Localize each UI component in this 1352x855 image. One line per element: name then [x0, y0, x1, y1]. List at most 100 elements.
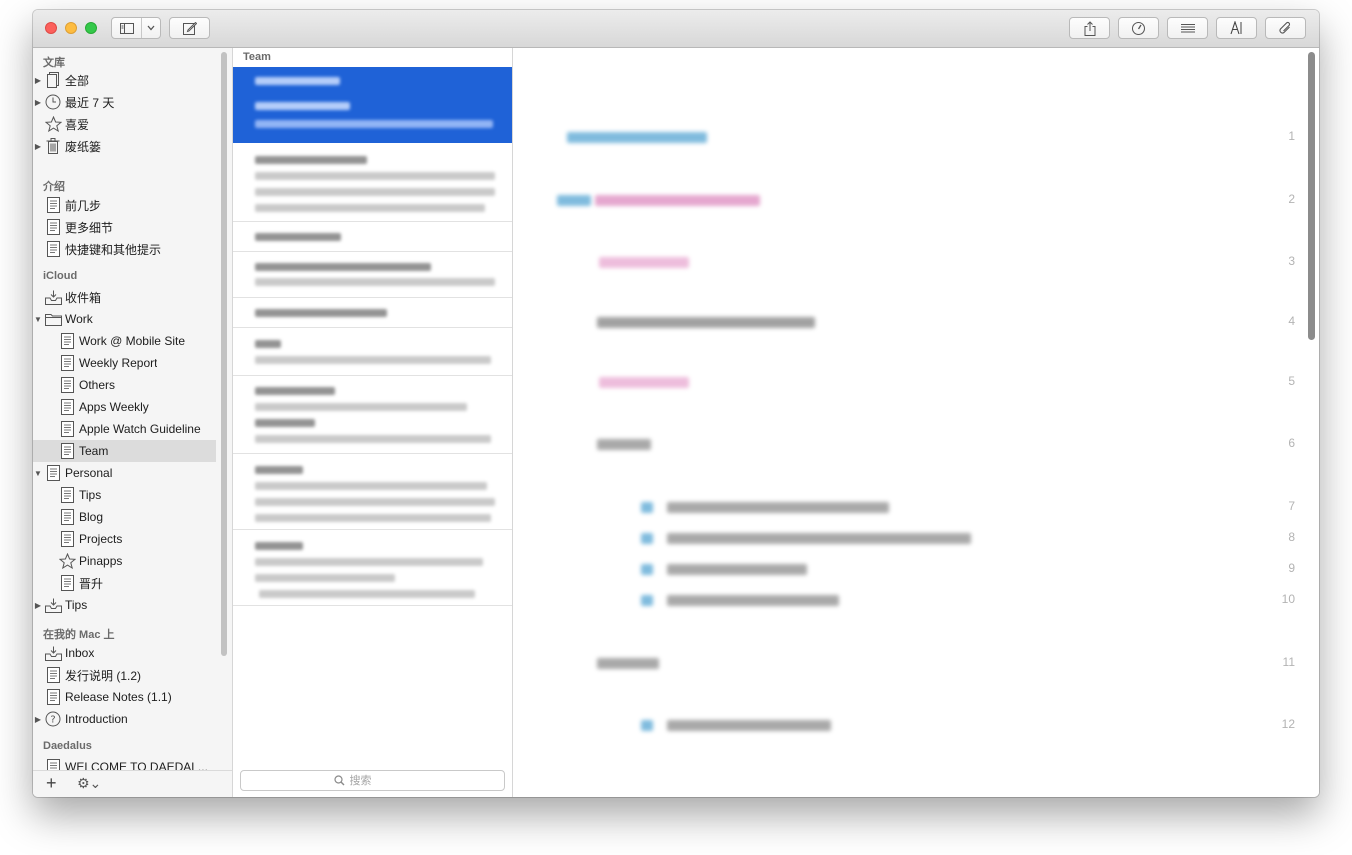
folder-icon [43, 310, 63, 328]
sidebar-item-team[interactable]: Team [33, 440, 216, 462]
list-item[interactable] [233, 143, 512, 222]
document-icon [57, 332, 77, 350]
sidebar-item-recent[interactable]: ▶ 最近 7 天 [33, 91, 216, 113]
editor[interactable]: 1 2 3 4 5 6 7 8 9 10 11 12 [513, 48, 1319, 797]
gear-icon[interactable]: ⚙⌄ [77, 775, 101, 792]
search-input[interactable] [347, 773, 412, 788]
share-button[interactable] [1069, 17, 1110, 39]
disclosure-triangle-icon[interactable]: ▶ [33, 142, 43, 151]
section-intro: 介绍 [43, 181, 65, 193]
sidebar-item-introduction[interactable]: ▶ ? Introduction [33, 708, 216, 730]
line-number: 2 [1288, 192, 1295, 206]
sidebar-item-release-notes-zh[interactable]: 发行说明 (1.2) [33, 664, 216, 686]
list-item[interactable] [233, 529, 512, 606]
sidebar-toggle-button[interactable] [112, 18, 141, 38]
sidebar-item-first-steps[interactable]: 前几步 [33, 194, 216, 216]
titlebar [33, 10, 1319, 48]
sidebar-item-promotion[interactable]: 晋升 [33, 572, 216, 594]
editor-line: 8 [513, 528, 1319, 548]
sidebar-item-others[interactable]: Others [33, 374, 216, 396]
trash-icon [43, 137, 63, 155]
line-number: 3 [1288, 254, 1295, 268]
chevron-down-icon [147, 25, 155, 31]
editor-line: 10 [513, 590, 1319, 610]
disclosure-triangle-icon[interactable]: ▶ [33, 601, 43, 610]
sidebar-item-blog[interactable]: Blog [33, 506, 216, 528]
disclosure-triangle-icon[interactable]: ▶ [33, 715, 43, 724]
document-icon [57, 376, 77, 394]
disclosure-triangle-icon[interactable]: ▶ [33, 98, 43, 107]
list-item[interactable] [233, 297, 512, 328]
outline-button[interactable] [1167, 17, 1208, 39]
document-icon [57, 442, 77, 460]
disclosure-triangle-icon[interactable]: ▼ [33, 469, 43, 478]
sidebar-item-pinapps[interactable]: Pinapps [33, 550, 216, 572]
sidebar-item-tips[interactable]: Tips [33, 484, 216, 506]
list-item[interactable] [233, 221, 512, 252]
app-window: 文库 ▶ 全部 ▶ 最近 7 天 喜爱 ▶ 废纸篓 介绍 前几步 更多细节 快捷… [33, 10, 1319, 797]
line-number: 12 [1281, 717, 1295, 731]
sidebar-item-work[interactable]: ▼ Work [33, 308, 216, 330]
sidebar-item-personal[interactable]: ▼ Personal [33, 462, 216, 484]
line-number: 8 [1288, 530, 1295, 544]
document-icon [57, 486, 77, 504]
attachment-button[interactable] [1265, 17, 1306, 39]
sidebar-item-trash[interactable]: ▶ 废纸篓 [33, 135, 216, 157]
sidebar-item-inbox-icloud[interactable]: 收件箱 [33, 286, 216, 308]
list-item[interactable] [233, 93, 512, 143]
statistics-button[interactable] [1118, 17, 1159, 39]
gauge-icon [1132, 22, 1145, 35]
sidebar-item-shortcuts[interactable]: 快捷键和其他提示 [33, 238, 216, 260]
sidebar-item-inbox-mac[interactable]: Inbox [33, 642, 216, 664]
sidebar-item-work-mobile-site[interactable]: Work @ Mobile Site [33, 330, 216, 352]
line-number: 10 [1281, 592, 1295, 606]
line-number: 7 [1288, 499, 1295, 513]
sidebar-item-release-notes[interactable]: Release Notes (1.1) [33, 686, 216, 708]
sidebar-icon [119, 22, 134, 34]
section-icloud: iCloud [43, 270, 78, 282]
document-icon [57, 420, 77, 438]
sidebar-item-more-details[interactable]: 更多细节 [33, 216, 216, 238]
font-settings-button[interactable] [1216, 17, 1257, 39]
document-icon [57, 530, 77, 548]
sidebar-item-apps-weekly[interactable]: Apps Weekly [33, 396, 216, 418]
sidebar-scrollbar[interactable] [221, 52, 227, 656]
zoom-window-button[interactable] [85, 22, 97, 34]
list-item[interactable] [233, 251, 512, 298]
disclosure-triangle-icon[interactable]: ▼ [33, 315, 43, 324]
list-item[interactable] [233, 453, 512, 530]
list-item[interactable] [233, 67, 512, 93]
svg-text:?: ? [50, 715, 55, 726]
minimize-window-button[interactable] [65, 22, 77, 34]
document-icon [43, 218, 63, 236]
editor-line: 3 [513, 252, 1319, 272]
share-icon [1084, 20, 1095, 36]
close-window-button[interactable] [45, 22, 57, 34]
compose-button[interactable] [169, 17, 210, 39]
list-icon [1180, 23, 1195, 32]
list-item[interactable] [233, 375, 512, 454]
disclosure-triangle-icon[interactable]: ▶ [33, 76, 43, 85]
editor-line: 11 [513, 653, 1319, 673]
section-library: 文库 [43, 57, 65, 69]
editor-line: 1 [513, 127, 1319, 147]
sidebar-options-button[interactable] [141, 18, 160, 38]
note-list: Team [233, 48, 513, 797]
sidebar-item-projects[interactable]: Projects [33, 528, 216, 550]
book-icon [43, 71, 63, 89]
search-field[interactable] [240, 770, 505, 791]
add-button[interactable]: + [46, 773, 57, 794]
sidebar-item-all[interactable]: ▶ 全部 [33, 69, 216, 91]
sidebar-item-weekly-report[interactable]: Weekly Report [33, 352, 216, 374]
document-icon [57, 354, 77, 372]
section-on-my-mac: 在我的 Mac 上 [43, 629, 115, 641]
editor-line: 12 [513, 715, 1319, 735]
sidebar-item-favorites[interactable]: 喜爱 [33, 113, 216, 135]
inbox-icon [43, 596, 63, 614]
sidebar-item-apple-watch-guideline[interactable]: Apple Watch Guideline [33, 418, 216, 440]
document-icon [43, 688, 63, 706]
sidebar-item-welcome[interactable]: WELCOME TO DAEDAL... [33, 756, 216, 770]
note-list-title: Team [243, 51, 271, 63]
list-item[interactable] [233, 327, 512, 376]
sidebar-item-tips-folder[interactable]: ▶ Tips [33, 594, 216, 616]
